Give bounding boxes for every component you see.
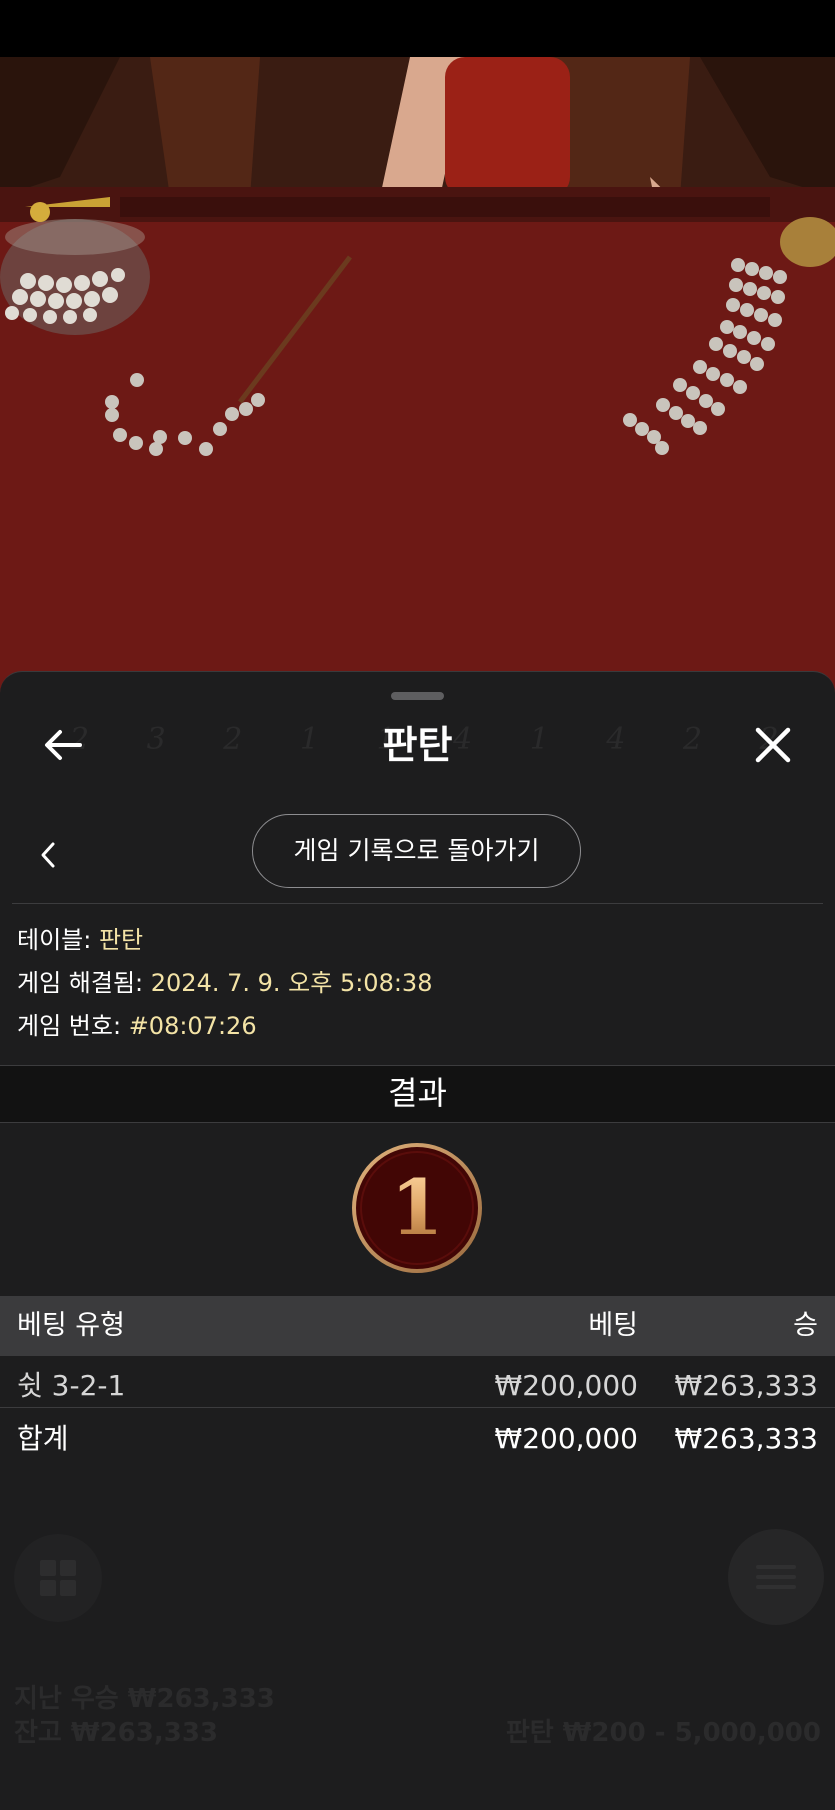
game-number-info: 게임 번호: #08:07:26 [17, 1010, 257, 1042]
close-button[interactable] [748, 720, 798, 770]
column-win: 승 [793, 1310, 818, 1341]
background-grid-button [14, 1534, 102, 1622]
column-bet: 베팅 [588, 1310, 638, 1341]
close-icon [755, 727, 791, 763]
game-detail-sheet: 2 3 2 1 1 4 1 4 2 2 3 판탄 게임 기록으로 돌아가기 테이… [0, 671, 835, 1810]
balance-info: 잔고 ₩263,333 [14, 1712, 218, 1749]
menu-icon [756, 1565, 796, 1589]
background-menu-button [728, 1529, 824, 1625]
total-label: 합계 [17, 1422, 69, 1455]
divider [12, 903, 823, 904]
resolved-label: 게임 해결됨: [17, 969, 144, 997]
total-row: 합계 ₩200,000 ₩263,333 [0, 1413, 835, 1465]
arrow-left-icon [45, 730, 82, 760]
column-bet-type: 베팅 유형 [17, 1310, 125, 1341]
total-bet-amount: ₩200,000 [494, 1422, 638, 1455]
table-limits-info: 판탄 ₩200 - 5,000,000 [506, 1712, 821, 1749]
row-win-amount: ₩263,333 [674, 1369, 818, 1402]
game-table-scene [0, 57, 835, 697]
page-title: 판탄 [382, 723, 453, 767]
last-win-info: 지난 우승 ₩263,333 [14, 1678, 275, 1715]
row-bet-amount: ₩200,000 [494, 1369, 638, 1402]
last-win-value: ₩263,333 [127, 1684, 275, 1714]
table-row: 쉿 3-2-1 ₩200,000 ₩263,333 [0, 1360, 835, 1412]
resolved-value: 2024. 7. 9. 오후 5:08:38 [150, 969, 433, 997]
live-video-feed [0, 57, 835, 697]
row-divider [0, 1407, 835, 1408]
game-number-label: 게임 번호: [17, 1012, 122, 1040]
result-number: 1 [391, 1163, 444, 1252]
back-to-history-button[interactable]: 게임 기록으로 돌아가기 [252, 814, 581, 888]
row-bet-type: 쉿 3-2-1 [17, 1369, 126, 1402]
app-screen: 2 3 2 1 1 4 1 4 2 2 3 판탄 게임 기록으로 돌아가기 테이… [0, 0, 835, 1810]
balance-value: ₩263,333 [70, 1718, 219, 1748]
grid-icon [40, 1560, 76, 1596]
chevron-left-icon [41, 842, 55, 868]
result-coin: 1 [352, 1143, 482, 1273]
limits-table-label: 판탄 [505, 1718, 554, 1748]
table-info: 테이블: 판탄 [17, 924, 143, 956]
bets-table-header: 베팅 유형 베팅 승 [0, 1296, 835, 1356]
table-value: 판탄 [98, 926, 144, 954]
table-label: 테이블: [17, 926, 92, 954]
total-win-amount: ₩263,333 [674, 1422, 818, 1455]
limits-value: ₩200 - 5,000,000 [562, 1718, 821, 1748]
back-button[interactable] [38, 720, 88, 770]
resolved-info: 게임 해결됨: 2024. 7. 9. 오후 5:08:38 [17, 967, 432, 999]
result-heading: 결과 [0, 1065, 835, 1123]
last-win-label: 지난 우승 [14, 1684, 119, 1714]
balance-label: 잔고 [14, 1718, 62, 1748]
history-back-button[interactable] [30, 837, 66, 873]
game-number-value: #08:07:26 [128, 1012, 257, 1040]
sheet-drag-handle[interactable] [391, 692, 444, 700]
